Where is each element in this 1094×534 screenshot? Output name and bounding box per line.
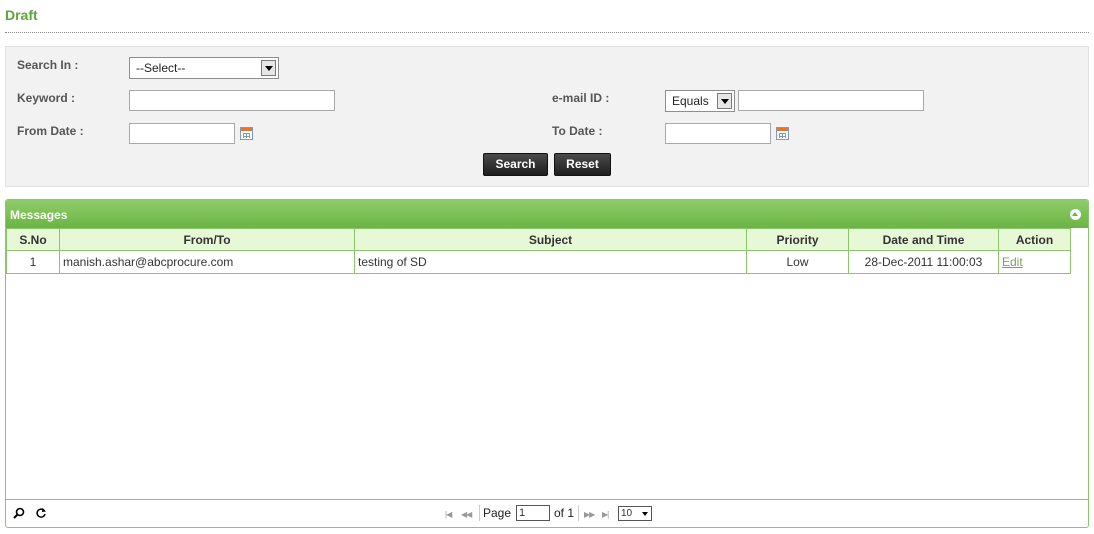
cell-sno: 1 — [6, 250, 60, 274]
page-title: Draft — [5, 7, 38, 23]
chevron-down-icon — [717, 93, 732, 109]
search-icon[interactable] — [13, 507, 25, 519]
search-in-label: Search In : — [17, 58, 79, 72]
table-row[interactable]: 1 manish.ashar@abcprocure.com testing of… — [6, 250, 1071, 274]
email-operator-select[interactable]: Equals — [665, 90, 735, 112]
prev-page-icon[interactable]: ◀◀ — [461, 510, 472, 519]
cell-priority: Low — [746, 250, 849, 274]
reset-button[interactable]: Reset — [554, 153, 611, 176]
to-date-input[interactable] — [665, 123, 771, 144]
next-page-icon[interactable]: ▶▶ — [584, 510, 595, 519]
refresh-icon[interactable] — [35, 507, 47, 519]
calendar-icon[interactable] — [776, 127, 789, 140]
to-date-label: To Date : — [552, 124, 603, 138]
column-header-action: Action — [998, 228, 1071, 251]
search-button[interactable]: Search — [483, 153, 548, 176]
collapse-icon[interactable] — [1070, 209, 1081, 220]
cell-subject: testing of SD — [354, 250, 747, 274]
keyword-label: Keyword : — [17, 91, 76, 105]
messages-table: S.No From/To Subject Priority Date and T… — [6, 228, 1071, 274]
pager-separator — [578, 505, 579, 521]
chevron-down-icon — [261, 60, 276, 76]
title-divider — [5, 32, 1089, 33]
from-date-label: From Date : — [17, 124, 84, 138]
email-input[interactable] — [738, 90, 924, 111]
cell-from-to: manish.ashar@abcprocure.com — [59, 250, 355, 274]
search-in-select[interactable]: --Select-- — [129, 57, 279, 79]
search-in-value: --Select-- — [136, 61, 186, 75]
calendar-icon[interactable] — [240, 127, 253, 140]
page-label: Page — [483, 506, 512, 520]
keyword-input[interactable] — [129, 90, 335, 111]
page-count-label: of 1 — [554, 506, 575, 520]
cell-date-time: 28-Dec-2011 11:00:03 — [848, 250, 999, 274]
pager: |◀ ◀◀ Page 1 of 1 ▶▶ ▶| 10 — [6, 499, 1088, 527]
edit-link[interactable]: Edit — [1002, 255, 1023, 269]
column-header-date-time[interactable]: Date and Time — [848, 228, 999, 251]
messages-header: Messages — [6, 200, 1088, 228]
first-page-icon[interactable]: |◀ — [445, 510, 452, 519]
email-operator-value: Equals — [672, 94, 709, 108]
from-date-input[interactable] — [129, 123, 235, 144]
last-page-icon[interactable]: ▶| — [602, 510, 609, 519]
messages-grid: Messages S.No From/To Subject Priority D… — [5, 199, 1089, 528]
column-header-priority[interactable]: Priority — [746, 228, 849, 251]
column-header-subject[interactable]: Subject — [354, 228, 747, 251]
column-header-from-to[interactable]: From/To — [59, 228, 355, 251]
page-size-select[interactable]: 10 — [618, 506, 652, 521]
search-panel: Search In : --Select-- Keyword : e-mail … — [5, 46, 1089, 187]
page-number-input[interactable]: 1 — [516, 505, 550, 521]
pager-separator — [479, 505, 480, 521]
table-header-row: S.No From/To Subject Priority Date and T… — [6, 228, 1071, 251]
email-label: e-mail ID : — [552, 91, 610, 105]
messages-title: Messages — [10, 208, 68, 222]
column-header-sno[interactable]: S.No — [6, 228, 60, 251]
cell-action: Edit — [998, 250, 1071, 274]
